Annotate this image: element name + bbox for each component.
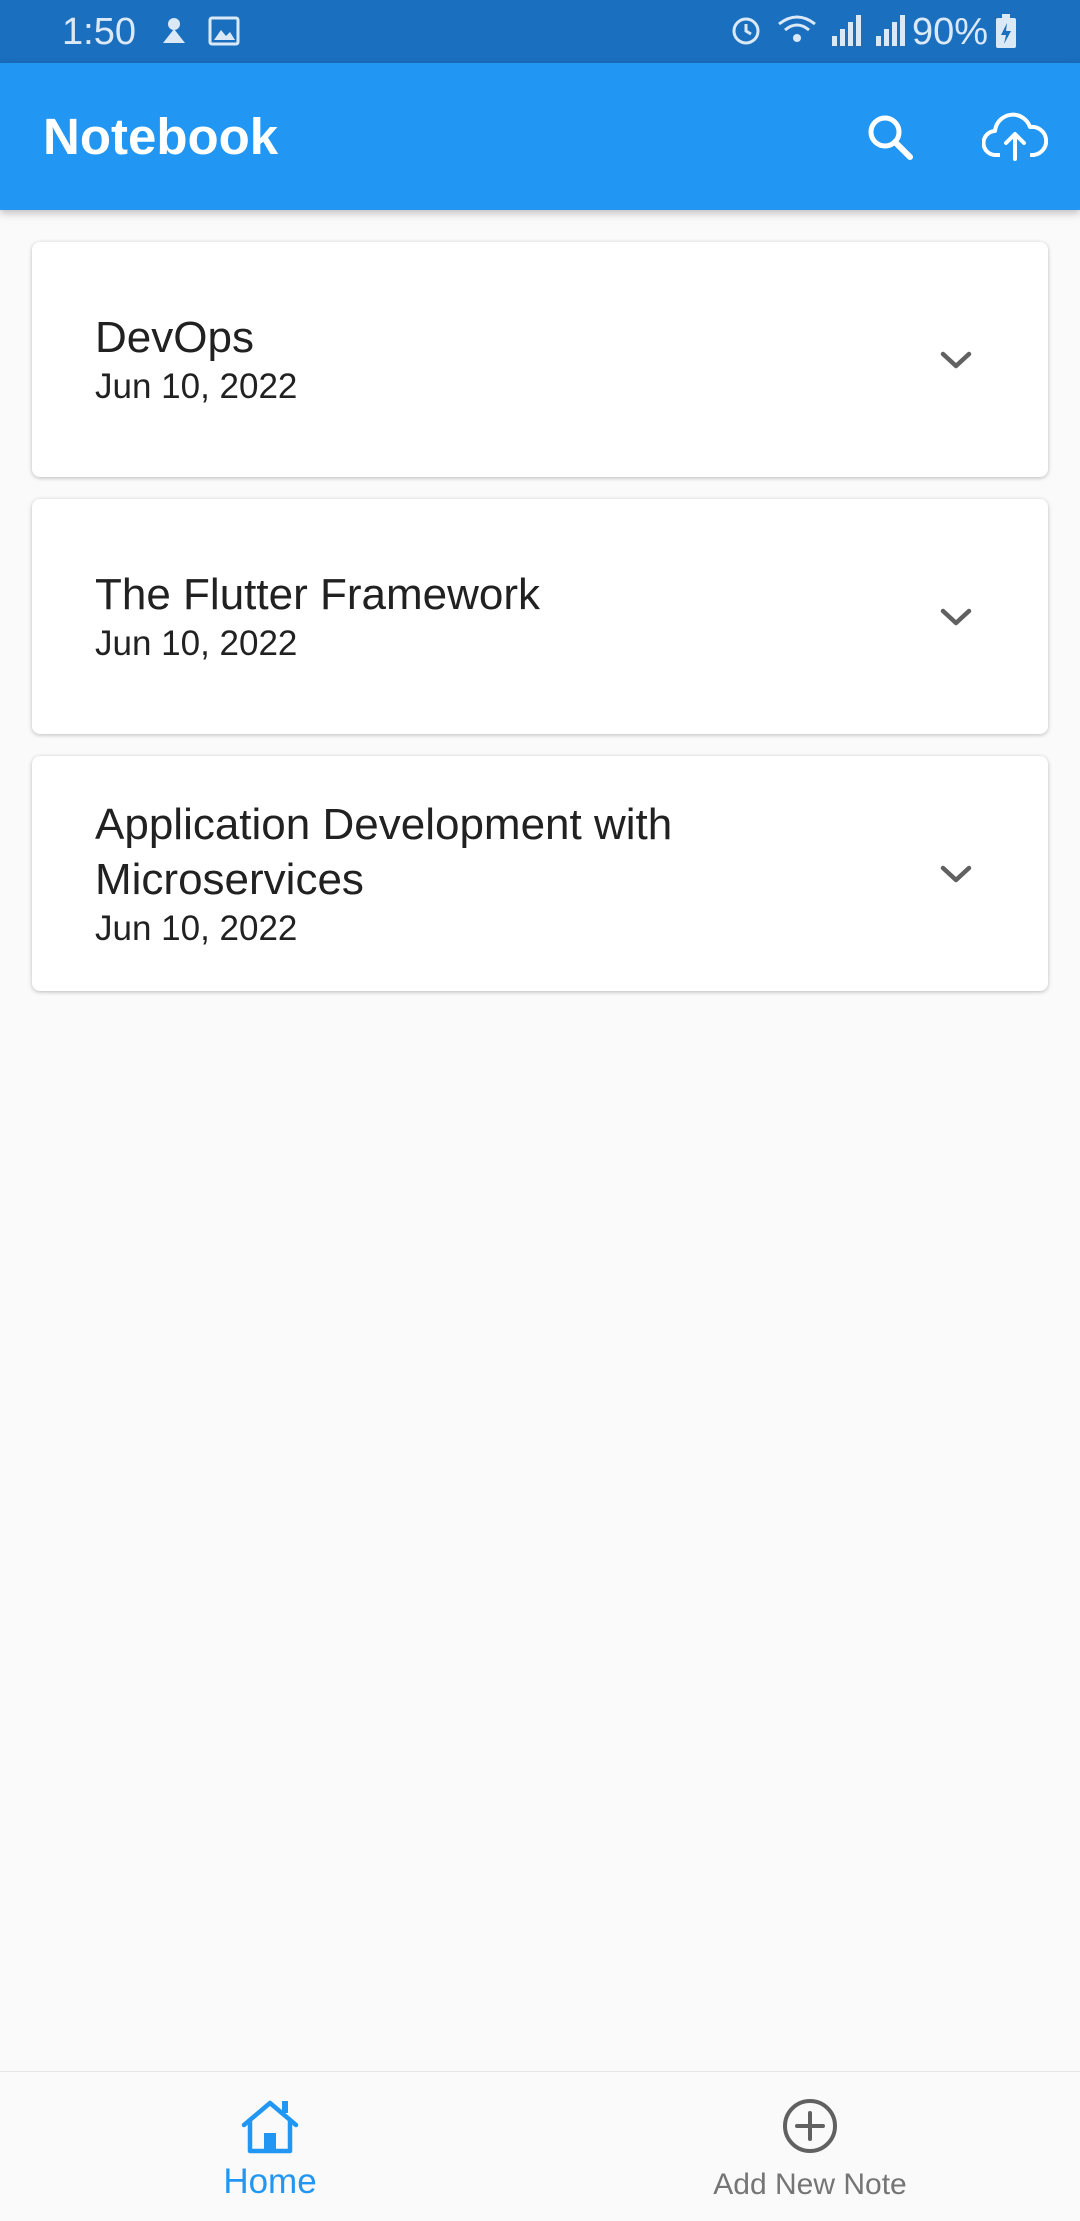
search-icon <box>864 111 916 168</box>
status-bar: 1:50 90% <box>0 0 1080 63</box>
status-left-icons <box>158 14 240 57</box>
nav-label-home: Home <box>223 2162 317 2201</box>
status-time: 1:50 <box>62 11 136 53</box>
cloud-upload-icon <box>981 111 1049 168</box>
chevron-down-icon[interactable] <box>934 338 978 382</box>
nav-label-add-new-note: Add New Note <box>713 2168 907 2201</box>
add-circle-icon <box>781 2094 839 2158</box>
note-card[interactable]: Application Development with Microservic… <box>32 756 1048 991</box>
note-list: DevOps Jun 10, 2022 The Flutter Framewor… <box>32 242 1048 1013</box>
note-title: The Flutter Framework <box>95 570 540 619</box>
notification-icon <box>158 14 190 57</box>
chevron-down-icon[interactable] <box>934 852 978 896</box>
bottom-navigation: Home Add New Note <box>0 2071 1080 2220</box>
note-date: Jun 10, 2022 <box>95 624 298 663</box>
signal-icon <box>830 12 862 58</box>
note-date: Jun 10, 2022 <box>95 908 298 948</box>
status-right-icons <box>728 12 906 58</box>
search-button[interactable] <box>850 99 930 179</box>
signal-icon <box>874 12 906 58</box>
note-text: DevOps Jun 10, 2022 <box>95 242 875 477</box>
nav-item-home[interactable]: Home <box>0 2072 540 2221</box>
battery-charging-icon <box>994 14 1018 60</box>
chevron-down-icon[interactable] <box>934 595 978 639</box>
note-card[interactable]: The Flutter Framework Jun 10, 2022 <box>32 499 1048 734</box>
nav-item-add-new-note[interactable]: Add New Note <box>540 2072 1080 2221</box>
app-bar: Notebook <box>0 63 1080 210</box>
note-title: Application Development with Microservic… <box>95 799 673 904</box>
note-text: Application Development with Microservic… <box>95 756 875 991</box>
home-icon <box>238 2094 302 2158</box>
alarm-icon <box>728 12 764 58</box>
note-title: DevOps <box>95 313 254 362</box>
cloud-upload-button[interactable] <box>975 99 1055 179</box>
note-text: The Flutter Framework Jun 10, 2022 <box>95 499 875 734</box>
page-title: Notebook <box>43 108 279 165</box>
wifi-icon <box>776 12 818 58</box>
note-card[interactable]: DevOps Jun 10, 2022 <box>32 242 1048 477</box>
image-icon <box>208 14 240 57</box>
battery-percent: 90% <box>912 11 989 53</box>
note-date: Jun 10, 2022 <box>95 367 298 406</box>
